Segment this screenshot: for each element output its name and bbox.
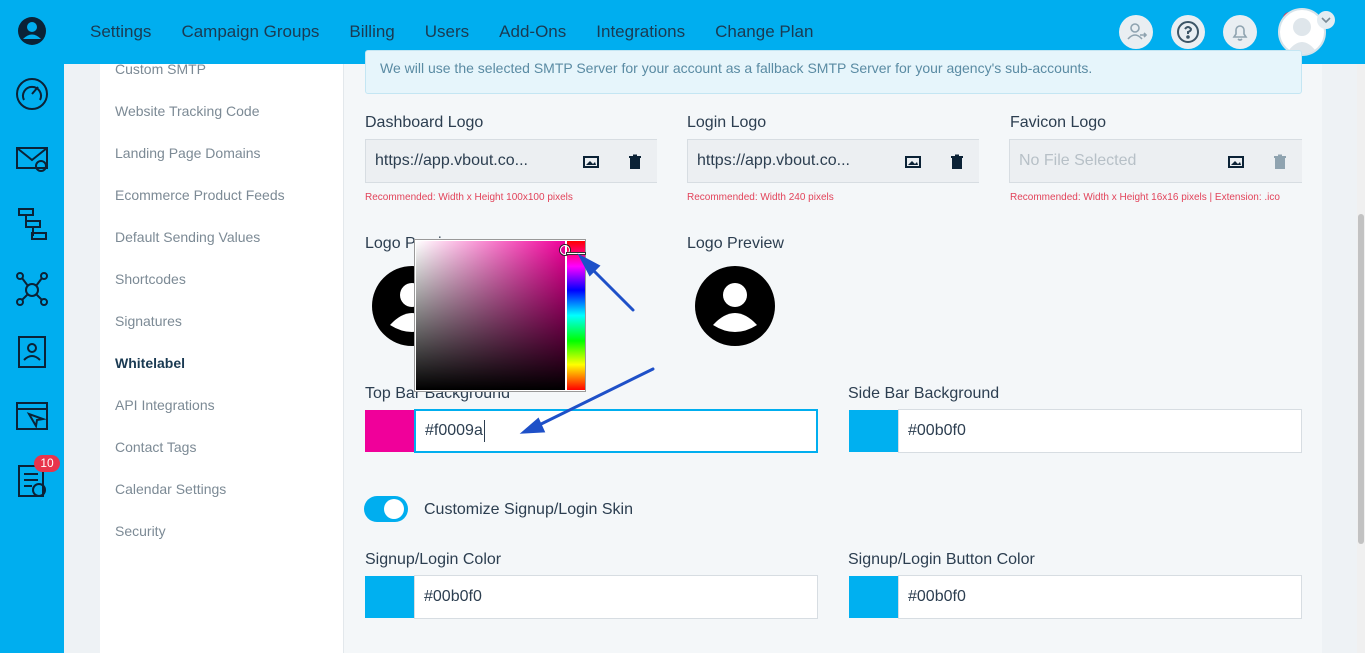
- social-network-icon[interactable]: [14, 270, 50, 306]
- hue-slider-handle[interactable]: [566, 252, 586, 255]
- side-bar-color-input[interactable]: #00b0f0: [898, 409, 1302, 453]
- menu-item-whitelabel[interactable]: Whitelabel: [115, 355, 185, 371]
- login-logo-url-field[interactable]: https://app.vbout.co...: [687, 139, 890, 183]
- switch-account-button[interactable]: [1119, 15, 1153, 49]
- signup-login-color-input[interactable]: #00b0f0: [414, 575, 818, 619]
- signup-login-color-swatch[interactable]: [365, 576, 415, 618]
- side-bar-color-swatch[interactable]: [849, 410, 899, 452]
- menu-item-api-integrations[interactable]: API Integrations: [115, 397, 215, 413]
- color-picker-popup: [414, 239, 586, 392]
- signup-login-button-color-input[interactable]: #00b0f0: [898, 575, 1302, 619]
- trash-icon[interactable]: [1272, 154, 1288, 170]
- trash-icon[interactable]: [627, 154, 643, 170]
- image-upload-icon[interactable]: [583, 154, 599, 170]
- login-logo-preview-image: [695, 266, 775, 346]
- signup-login-color-label: Signup/Login Color: [365, 551, 502, 568]
- login-logo-actions: [889, 139, 979, 183]
- tasks-badge: 10: [34, 455, 60, 472]
- contacts-icon[interactable]: [14, 334, 50, 370]
- toggle-knob: [384, 499, 404, 519]
- tab-add-ons[interactable]: Add-Ons: [499, 22, 566, 42]
- menu-item-website-tracking-code[interactable]: Website Tracking Code: [115, 103, 259, 119]
- saturation-value-area[interactable]: [416, 241, 565, 390]
- side-bar-background-label: Side Bar Background: [848, 385, 1000, 402]
- top-bar-color-swatch[interactable]: [365, 410, 415, 452]
- customize-skin-label: Customize Signup/Login Skin: [424, 501, 634, 518]
- menu-item-signatures[interactable]: Signatures: [115, 313, 182, 329]
- dashboard-logo-actions: [567, 139, 657, 183]
- email-campaign-icon[interactable]: [14, 140, 50, 176]
- menu-item-contact-tags[interactable]: Contact Tags: [115, 439, 196, 455]
- tab-change-plan[interactable]: Change Plan: [715, 22, 813, 42]
- app-rail: 10: [0, 0, 64, 653]
- favicon-logo-actions: [1212, 139, 1302, 183]
- dashboard-logo-hint: Recommended: Width x Height 100x100 pixe…: [365, 192, 573, 203]
- menu-item-ecommerce-product-feeds[interactable]: Ecommerce Product Feeds: [115, 187, 285, 203]
- signup-login-button-color-swatch[interactable]: [849, 576, 899, 618]
- hue-slider[interactable]: [567, 241, 585, 390]
- login-logo-hint: Recommended: Width 240 pixels: [687, 192, 834, 203]
- dashboard-gauge-icon[interactable]: [14, 76, 50, 112]
- favicon-logo-label: Favicon Logo: [1010, 114, 1107, 131]
- menu-item-calendar-settings[interactable]: Calendar Settings: [115, 481, 226, 497]
- tab-billing[interactable]: Billing: [349, 22, 394, 42]
- dashboard-logo-url-field[interactable]: https://app.vbout.co...: [365, 139, 568, 183]
- user-switch-icon: [1127, 23, 1148, 40]
- user-account-icon[interactable]: [16, 15, 48, 47]
- scrollbar-thumb[interactable]: [1358, 214, 1364, 544]
- trash-icon[interactable]: [949, 154, 965, 170]
- tab-campaign-groups[interactable]: Campaign Groups: [181, 22, 319, 42]
- smtp-info-alert: We will use the selected SMTP Server for…: [365, 50, 1302, 94]
- tab-integrations[interactable]: Integrations: [596, 22, 685, 42]
- customize-skin-toggle[interactable]: [364, 496, 408, 522]
- menu-item-landing-page-domains[interactable]: Landing Page Domains: [115, 145, 261, 161]
- help-icon: [1177, 21, 1199, 43]
- bell-icon: [1232, 25, 1248, 41]
- tab-users[interactable]: Users: [425, 22, 469, 42]
- account-menu-toggle[interactable]: [1317, 11, 1335, 29]
- menu-item-shortcodes[interactable]: Shortcodes: [115, 271, 186, 287]
- settings-side-menu: Custom SMTP Website Tracking Code Landin…: [100, 61, 344, 653]
- top-bar-color-input[interactable]: #f0009a: [414, 409, 818, 453]
- favicon-logo-hint: Recommended: Width x Height 16x16 pixels…: [1010, 192, 1280, 203]
- dashboard-logo-label: Dashboard Logo: [365, 114, 484, 131]
- landing-page-icon[interactable]: [14, 398, 50, 434]
- menu-item-default-sending-values[interactable]: Default Sending Values: [115, 229, 260, 245]
- text-caret: [484, 420, 485, 442]
- login-logo-label: Login Logo: [687, 114, 767, 131]
- menu-item-custom-smtp[interactable]: Custom SMTP: [115, 61, 206, 77]
- menu-item-security[interactable]: Security: [115, 523, 166, 539]
- chevron-down-icon: [1321, 17, 1331, 24]
- workflow-icon[interactable]: [14, 206, 50, 242]
- image-upload-icon[interactable]: [905, 154, 921, 170]
- image-upload-icon[interactable]: [1228, 154, 1244, 170]
- page-scrollbar[interactable]: [1357, 64, 1365, 653]
- tab-settings[interactable]: Settings: [90, 22, 151, 42]
- help-button[interactable]: [1171, 15, 1205, 49]
- notifications-button[interactable]: [1223, 15, 1257, 49]
- signup-login-button-color-label: Signup/Login Button Color: [848, 551, 1035, 568]
- favicon-logo-url-field[interactable]: No File Selected: [1009, 139, 1213, 183]
- login-logo-preview-label: Logo Preview: [687, 235, 784, 252]
